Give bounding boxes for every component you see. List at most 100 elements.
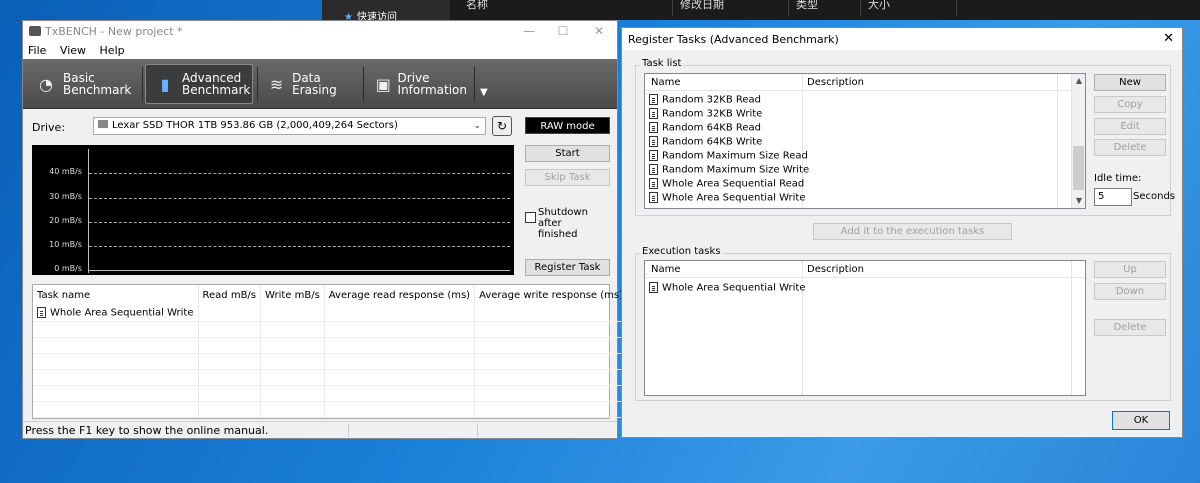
list-item[interactable]: Whole Area Sequential Write bbox=[649, 282, 806, 294]
graph-axis bbox=[88, 149, 89, 273]
drive-row: Drive: Lexar SSD THOR 1TB 953.86 GB (2,0… bbox=[23, 115, 617, 139]
bar-chart-icon: ▮ bbox=[160, 74, 170, 94]
task-icon bbox=[649, 192, 658, 203]
list-item[interactable]: Random 32KB Write bbox=[649, 108, 762, 120]
title-bar: TxBENCH - New project * — ☐ ✕ bbox=[23, 21, 617, 42]
scroll-thumb[interactable] bbox=[1073, 146, 1084, 190]
edit-button[interactable]: Edit bbox=[1094, 118, 1166, 135]
down-button[interactable]: Down bbox=[1094, 283, 1166, 300]
task-icon bbox=[649, 122, 658, 133]
register-task-button[interactable]: Register Task bbox=[525, 259, 610, 276]
task-list-scrollbar[interactable]: ▲ ▼ bbox=[1071, 74, 1085, 208]
task-icon bbox=[649, 136, 658, 147]
task-list-header: Name Description bbox=[645, 74, 1085, 91]
stopwatch-icon: ◔ bbox=[39, 74, 53, 94]
col-name-header[interactable]: Name bbox=[651, 264, 681, 275]
speed-graph: 40 mB/s 30 mB/s 20 mB/s 10 mB/s 0 mB/s bbox=[32, 145, 514, 275]
refresh-icon: ↻ bbox=[496, 119, 508, 133]
col-name[interactable]: 名称 bbox=[466, 0, 488, 12]
task-list-label: Task list bbox=[640, 58, 684, 69]
up-button[interactable]: Up bbox=[1094, 261, 1166, 278]
exec-delete-button[interactable]: Delete bbox=[1094, 319, 1166, 336]
task-icon bbox=[649, 108, 658, 119]
drive-select[interactable]: Lexar SSD THOR 1TB 953.86 GB (2,000,409,… bbox=[93, 117, 486, 135]
background-explorer-window: ★ 快速访问 名称 修改日期 类型 大小 bbox=[322, 0, 1200, 23]
col-modified[interactable]: 修改日期 bbox=[680, 0, 724, 12]
graph-y-label: 40 mB/s bbox=[49, 167, 82, 176]
add-to-execution-button[interactable]: Add it to the execution tasks bbox=[813, 223, 1012, 240]
txbench-window: TxBENCH - New project * — ☐ ✕ File View … bbox=[22, 20, 637, 439]
table-row[interactable]: Whole Area Sequential Write bbox=[33, 305, 637, 322]
shutdown-label: Shutdown after finished bbox=[538, 207, 588, 240]
dialog-title-bar: Register Tasks (Advanced Benchmark) ✕ bbox=[622, 28, 1182, 50]
menu-file[interactable]: File bbox=[28, 42, 46, 59]
list-item[interactable]: Whole Area Sequential Write bbox=[649, 192, 806, 204]
minimize-icon[interactable]: — bbox=[519, 23, 539, 39]
app-icon bbox=[29, 26, 41, 36]
task-list[interactable]: Name Description Random 32KB Read Random… bbox=[644, 73, 1086, 209]
scroll-down-icon[interactable]: ▼ bbox=[1072, 194, 1085, 208]
data-erasing-button[interactable]: ≋ Data Erasing bbox=[259, 64, 359, 104]
delete-button[interactable]: Delete bbox=[1094, 139, 1166, 156]
list-item[interactable]: Random 32KB Read bbox=[649, 94, 761, 106]
execution-task-list[interactable]: Name Description Whole Area Sequential W… bbox=[644, 260, 1086, 396]
task-icon bbox=[649, 178, 658, 189]
close-icon[interactable]: ✕ bbox=[589, 23, 609, 39]
graph-y-label: 0 mB/s bbox=[54, 264, 82, 273]
seconds-label: Seconds bbox=[1133, 191, 1176, 202]
scroll-up-icon[interactable]: ▲ bbox=[1072, 74, 1085, 88]
list-item[interactable]: Random Maximum Size Write bbox=[649, 164, 809, 176]
register-tasks-dialog: Register Tasks (Advanced Benchmark) ✕ Ta… bbox=[621, 27, 1183, 438]
maximize-icon[interactable]: ☐ bbox=[553, 23, 573, 39]
main-toolbar: ◔ Basic Benchmark ▮ Advanced Benchmark ≋… bbox=[23, 59, 617, 109]
idle-time-label: Idle time: bbox=[1094, 173, 1142, 184]
status-bar: Press the F1 key to show the online manu… bbox=[23, 421, 617, 438]
results-table: Task name Read mB/s Write mB/s Average r… bbox=[32, 284, 637, 419]
shutdown-checkbox[interactable] bbox=[525, 212, 536, 223]
raw-mode-button[interactable]: RAW mode bbox=[525, 117, 610, 134]
col-task-name[interactable]: Task name bbox=[33, 285, 199, 305]
task-icon bbox=[649, 282, 658, 293]
col-write[interactable]: Write mB/s bbox=[260, 285, 325, 305]
list-item[interactable]: Random 64KB Write bbox=[649, 136, 762, 148]
col-avg-read[interactable]: Average read response (ms) bbox=[324, 285, 476, 305]
menu-help[interactable]: Help bbox=[100, 42, 125, 59]
col-size[interactable]: 大小 bbox=[868, 0, 890, 12]
basic-benchmark-button[interactable]: ◔ Basic Benchmark bbox=[27, 64, 137, 104]
start-button[interactable]: Start bbox=[525, 145, 610, 162]
window-title: TxBENCH - New project * bbox=[45, 25, 183, 38]
task-icon bbox=[649, 94, 658, 105]
list-item[interactable]: Whole Area Sequential Read bbox=[649, 178, 804, 190]
new-button[interactable]: New bbox=[1094, 74, 1166, 91]
list-item[interactable]: Random 64KB Read bbox=[649, 122, 761, 134]
col-description-header[interactable]: Description bbox=[807, 264, 864, 275]
col-read[interactable]: Read mB/s bbox=[198, 285, 262, 305]
graph-gridline bbox=[89, 173, 510, 174]
close-icon[interactable]: ✕ bbox=[1163, 31, 1174, 46]
graph-y-label: 10 mB/s bbox=[49, 240, 82, 249]
idle-time-input[interactable]: 5 bbox=[1094, 188, 1132, 206]
copy-button[interactable]: Copy bbox=[1094, 96, 1166, 113]
col-name-header[interactable]: Name bbox=[651, 77, 681, 88]
col-description-header[interactable]: Description bbox=[807, 77, 864, 88]
graph-gridline bbox=[89, 222, 510, 223]
execution-list-header: Name Description bbox=[645, 261, 1085, 278]
menu-view[interactable]: View bbox=[60, 42, 86, 59]
chevron-down-icon: ⌄ bbox=[473, 121, 481, 131]
drive-label: Drive: bbox=[32, 121, 66, 134]
col-type[interactable]: 类型 bbox=[796, 0, 818, 12]
more-arrow-icon[interactable]: ▼ bbox=[480, 87, 488, 98]
advanced-benchmark-button[interactable]: ▮ Advanced Benchmark bbox=[145, 64, 253, 104]
menu-bar: File View Help bbox=[23, 42, 617, 59]
col-avg-write[interactable]: Average write response (ms) bbox=[474, 285, 628, 305]
ok-button[interactable]: OK bbox=[1112, 411, 1170, 430]
list-item[interactable]: Random Maximum Size Read bbox=[649, 150, 808, 162]
disk-icon bbox=[98, 120, 108, 128]
refresh-button[interactable]: ↻ bbox=[492, 116, 512, 136]
skip-task-button[interactable]: Skip Task bbox=[525, 169, 610, 186]
graph-y-label: 20 mB/s bbox=[49, 216, 82, 225]
graph-baseline bbox=[89, 270, 510, 271]
graph-gridline bbox=[89, 246, 510, 247]
drive-information-button[interactable]: ▣ Drive Information bbox=[367, 64, 467, 104]
execution-tasks-label: Execution tasks bbox=[640, 246, 723, 257]
